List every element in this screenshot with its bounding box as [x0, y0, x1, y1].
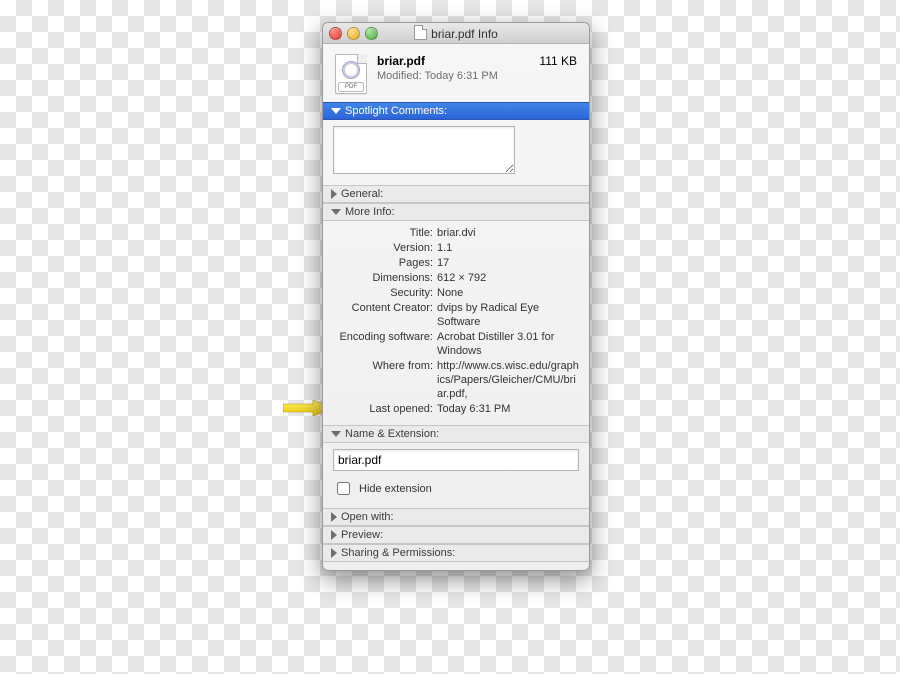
info-label: Where from: [333, 359, 437, 373]
info-label: Content Creator: [333, 301, 437, 315]
more-info-body: Title: briar.dvi Version: 1.1 Pages: 17 … [323, 221, 589, 425]
info-value: None [437, 286, 579, 300]
hide-extension-checkbox[interactable] [337, 482, 350, 495]
info-value: dvips by Radical Eye Software [437, 301, 579, 329]
info-row-where-from: Where from: http://www.cs.wisc.edu/graph… [333, 359, 579, 401]
zoom-button[interactable] [365, 27, 378, 40]
section-label: More Info: [345, 206, 395, 218]
file-type-badge: PDF [338, 82, 364, 92]
section-preview[interactable]: Preview: [323, 526, 589, 544]
chevron-down-icon [331, 431, 341, 437]
section-label: General: [341, 188, 383, 200]
chevron-right-icon [331, 189, 337, 199]
info-window: briar.pdf Info PDF briar.pdf Modified: T… [322, 22, 590, 571]
name-extension-input[interactable] [333, 449, 579, 471]
chevron-right-icon [331, 530, 337, 540]
info-row-version: Version: 1.1 [333, 241, 579, 255]
file-size: 111 KB [539, 54, 577, 68]
chevron-down-icon [331, 209, 341, 215]
pdf-file-icon: PDF [335, 54, 367, 94]
section-label: Sharing & Permissions: [341, 547, 455, 559]
file-name: briar.pdf [377, 54, 539, 68]
chevron-down-icon [331, 108, 341, 114]
info-label: Last opened: [333, 402, 437, 416]
info-label: Version: [333, 241, 437, 255]
info-value: 17 [437, 256, 579, 270]
info-label: Pages: [333, 256, 437, 270]
section-label: Spotlight Comments: [345, 105, 447, 117]
hide-extension-row[interactable]: Hide extension [333, 479, 579, 498]
chevron-right-icon [331, 548, 337, 558]
titlebar[interactable]: briar.pdf Info [323, 23, 589, 44]
info-row-last-opened: Last opened: Today 6:31 PM [333, 402, 579, 416]
section-more-info[interactable]: More Info: [323, 203, 589, 221]
traffic-lights [329, 27, 378, 40]
info-row-security: Security: None [333, 286, 579, 300]
info-value: briar.dvi [437, 226, 579, 240]
file-modified: Modified: Today 6:31 PM [377, 70, 539, 82]
document-icon [414, 25, 427, 40]
info-row-pages: Pages: 17 [333, 256, 579, 270]
section-open-with[interactable]: Open with: [323, 508, 589, 526]
info-label: Dimensions: [333, 271, 437, 285]
window-title-text: briar.pdf Info [431, 27, 498, 41]
info-value: Acrobat Distiller 3.01 for Windows [437, 330, 579, 358]
info-row-encoding-software: Encoding software: Acrobat Distiller 3.0… [333, 330, 579, 358]
info-value: http://www.cs.wisc.edu/graphics/Papers/G… [437, 359, 579, 401]
hide-extension-label: Hide extension [359, 483, 432, 495]
info-label: Security: [333, 286, 437, 300]
section-spotlight-comments[interactable]: Spotlight Comments: [323, 102, 589, 120]
info-row-title: Title: briar.dvi [333, 226, 579, 240]
info-value: 1.1 [437, 241, 579, 255]
info-label: Encoding software: [333, 330, 437, 344]
section-label: Preview: [341, 529, 383, 541]
info-value: Today 6:31 PM [437, 402, 579, 416]
info-row-content-creator: Content Creator: dvips by Radical Eye So… [333, 301, 579, 329]
info-value: 612 × 792 [437, 271, 579, 285]
section-label: Open with: [341, 511, 394, 523]
minimize-button[interactable] [347, 27, 360, 40]
close-button[interactable] [329, 27, 342, 40]
spotlight-comments-input[interactable] [333, 126, 515, 174]
section-general[interactable]: General: [323, 185, 589, 203]
name-extension-body: Hide extension [323, 443, 589, 508]
file-header: PDF briar.pdf Modified: Today 6:31 PM 11… [323, 44, 589, 102]
section-name-extension[interactable]: Name & Extension: [323, 425, 589, 443]
chevron-right-icon [331, 512, 337, 522]
info-row-dimensions: Dimensions: 612 × 792 [333, 271, 579, 285]
section-label: Name & Extension: [345, 428, 439, 440]
section-sharing-permissions[interactable]: Sharing & Permissions: [323, 544, 589, 562]
info-label: Title: [333, 226, 437, 240]
